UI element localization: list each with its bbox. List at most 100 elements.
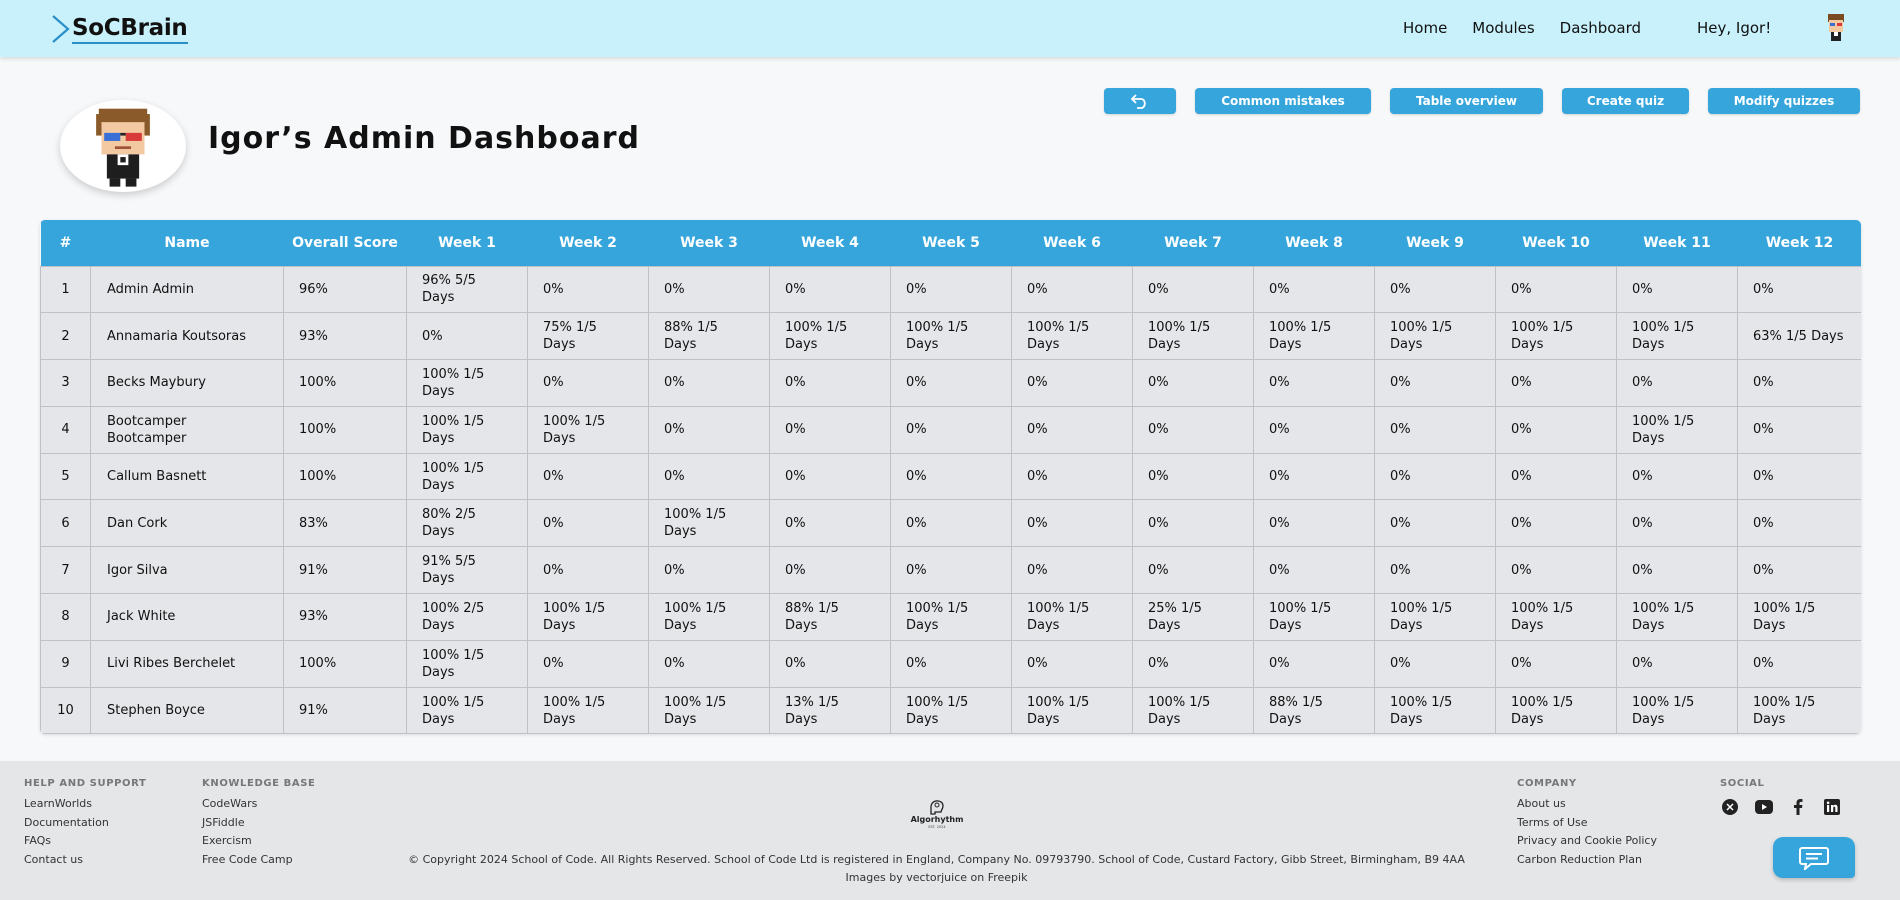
x-icon[interactable] <box>1720 797 1740 817</box>
chat-button[interactable] <box>1773 837 1855 878</box>
youtube-icon[interactable] <box>1754 797 1774 817</box>
footer-link-faqs[interactable]: FAQs <box>24 834 146 847</box>
week-score-cell: 0% <box>890 546 1012 595</box>
week-score-cell: 0% <box>1495 639 1617 688</box>
week-score-cell: 0% <box>769 452 891 501</box>
week-score-cell: 100% 1/5 Days <box>648 593 770 641</box>
table-row: 3 Becks Maybury 100% 100% 1/5 Days 0% 0% 0% 0% 0… <box>40 359 1861 407</box>
footer-link-carbon[interactable]: Carbon Reduction Plan <box>1517 853 1657 866</box>
footer-link-terms[interactable]: Terms of Use <box>1517 816 1657 829</box>
create-quiz-button[interactable]: Create quiz <box>1562 88 1689 114</box>
week-score-cell: 63% 1/5 Days <box>1737 312 1861 361</box>
footer-link-exercism[interactable]: Exercism <box>202 834 315 847</box>
week-score-cell: 0% <box>1374 639 1496 688</box>
nav-modules-link[interactable]: Modules <box>1472 19 1534 37</box>
week-score-cell: 0% <box>648 359 770 407</box>
week-score-cell: 0% <box>890 405 1012 454</box>
week-score-cell: 100% 1/5 Days <box>406 639 528 688</box>
week-score-cell: 0% <box>769 499 891 548</box>
week-score-cell: 0% <box>1737 265 1861 314</box>
footer-link-privacy[interactable]: Privacy and Cookie Policy <box>1517 834 1657 847</box>
overall-score: 100% <box>283 359 407 407</box>
nav-dashboard-link[interactable]: Dashboard <box>1560 19 1641 37</box>
table-row: 9 Livi Ribes Berchelet 100% 100% 1/5 Days 0%… <box>40 639 1861 688</box>
week-score-cell: 100% 1/5 Days <box>1374 686 1496 734</box>
week-score-cell: 100% 1/5 Days <box>406 359 528 407</box>
footer-link-about[interactable]: About us <box>1517 797 1657 810</box>
overall-score: 100% <box>283 452 407 501</box>
week-score-cell: 0% <box>527 265 649 314</box>
week-score-cell: 100% 1/5 Days <box>1616 686 1738 734</box>
footer-knowledge-heading: KNOWLEDGE BASE <box>202 778 316 789</box>
footer-company-section: COMPANY About us Terms of Use Privacy an… <box>1517 778 1657 871</box>
table-overview-button[interactable]: Table overview <box>1390 88 1543 114</box>
week-score-cell: 100% 1/5 Days <box>406 452 528 501</box>
week-score-cell: 100% 1/5 Days <box>1253 593 1375 641</box>
column-header: Overall Score <box>283 220 407 266</box>
week-score-cell: 0% <box>1495 405 1617 454</box>
week-score-cell: 0% <box>1132 359 1254 407</box>
student-name: Dan Cork <box>90 499 284 548</box>
back-button[interactable] <box>1104 88 1176 114</box>
column-header: # <box>40 220 91 266</box>
week-score-cell: 0% <box>1616 265 1738 314</box>
week-score-cell: 100% 1/5 Days <box>890 686 1012 734</box>
column-header: Week 7 <box>1132 220 1254 266</box>
socbrain-logo[interactable]: SoCBrain <box>50 14 188 44</box>
week-score-cell: 80% 2/5 Days <box>406 499 528 548</box>
common-mistakes-button[interactable]: Common mistakes <box>1195 88 1371 114</box>
footer-social-heading: SOCIAL <box>1720 778 1765 789</box>
week-score-cell: 0% <box>1011 359 1133 407</box>
week-score-cell: 0% <box>1616 639 1738 688</box>
table-row: 8 Jack White 93% 100% 2/5 Days 100% 1/5 Days… <box>40 593 1861 641</box>
overall-score: 91% <box>283 686 407 734</box>
week-score-cell: 0% <box>1253 405 1375 454</box>
week-score-cell: 100% 1/5 Days <box>527 593 649 641</box>
footer: HELP AND SUPPORT LearnWorlds Documentati… <box>0 761 1900 900</box>
student-name: Annamaria Koutsoras <box>90 312 284 361</box>
week-score-cell: 100% 1/5 Days <box>1011 593 1133 641</box>
week-score-cell: 0% <box>890 265 1012 314</box>
column-header: Week 4 <box>769 220 891 266</box>
column-header: Week 12 <box>1737 220 1861 266</box>
overall-score: 96% <box>283 265 407 314</box>
week-score-cell: 0% <box>1011 265 1133 314</box>
nav-home-link[interactable]: Home <box>1403 19 1447 37</box>
week-score-cell: 100% 1/5 Days <box>1616 405 1738 454</box>
user-avatar[interactable] <box>1820 12 1852 44</box>
week-score-cell: 0% <box>1737 499 1861 548</box>
week-score-cell: 0% <box>1495 265 1617 314</box>
week-score-cell: 0% <box>1616 452 1738 501</box>
week-score-cell: 0% <box>769 639 891 688</box>
week-score-cell: 25% 1/5 Days <box>1132 593 1254 641</box>
week-score-cell: 0% <box>1132 499 1254 548</box>
row-number: 4 <box>40 405 91 454</box>
table-row: 7 Igor Silva 91% 91% 5/5 Days 0% 0% 0% 0% 0% 0% 0%… <box>40 546 1861 595</box>
week-score-cell: 0% <box>1132 452 1254 501</box>
week-score-cell: 0% <box>769 359 891 407</box>
table-row: 6 Dan Cork 83% 80% 2/5 Days 0% 100% 1/5 Days 0… <box>40 499 1861 548</box>
column-header: Week 6 <box>1011 220 1133 266</box>
week-score-cell: 100% 1/5 Days <box>1011 312 1133 361</box>
week-score-cell: 13% 1/5 Days <box>769 686 891 734</box>
week-score-cell: 0% <box>1011 405 1133 454</box>
week-score-cell: 0% <box>1374 546 1496 595</box>
students-table: # Name Overall Score Week 1 Week 2 Week 3 Week… <box>40 220 1861 734</box>
week-score-cell: 88% 1/5 Days <box>648 312 770 361</box>
week-score-cell: 100% 1/5 Days <box>1616 312 1738 361</box>
week-score-cell: 0% <box>769 546 891 595</box>
week-score-cell: 0% <box>769 405 891 454</box>
column-header: Week 10 <box>1495 220 1617 266</box>
modify-quizzes-button[interactable]: Modify quizzes <box>1708 88 1860 114</box>
row-number: 3 <box>40 359 91 407</box>
linkedin-icon[interactable] <box>1822 797 1842 817</box>
week-score-cell: 100% 1/5 Days <box>1495 593 1617 641</box>
week-score-cell: 100% 1/5 Days <box>890 593 1012 641</box>
week-score-cell: 100% 1/5 Days <box>1132 312 1254 361</box>
facebook-icon[interactable] <box>1788 797 1808 817</box>
week-score-cell: 100% 1/5 Days <box>1011 686 1133 734</box>
image-credit-text: Images by vectorjuice on Freepik <box>845 871 1028 884</box>
column-header: Name <box>90 220 284 266</box>
week-score-cell: 0% <box>527 546 649 595</box>
week-score-cell: 0% <box>527 452 649 501</box>
